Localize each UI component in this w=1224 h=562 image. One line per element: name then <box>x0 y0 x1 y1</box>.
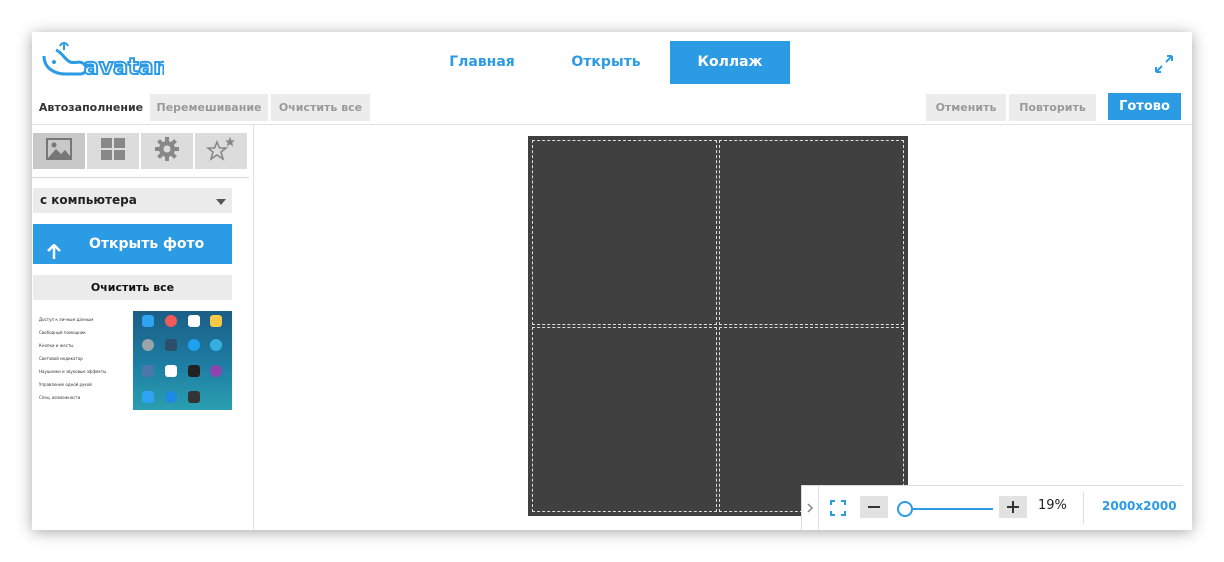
layout-grid-icon <box>101 138 125 164</box>
app-icon <box>165 391 177 403</box>
tab-photos[interactable] <box>33 133 85 169</box>
zoom-bar: 19% 2000x2000 <box>801 485 1183 530</box>
fullscreen-icon[interactable] <box>1150 50 1178 78</box>
image-icon <box>46 138 72 164</box>
sidebar-divider <box>32 177 249 178</box>
source-select-value: с компьютера <box>40 193 137 207</box>
zoom-percent: 19% <box>1038 498 1067 513</box>
thumbnail-row: Кнопки и жесты <box>39 343 74 348</box>
zoom-divider <box>1083 492 1084 524</box>
thumbnail-settings-list: Доступ к личным данным Свободный помощни… <box>33 311 133 410</box>
tab-effects[interactable] <box>195 133 247 169</box>
undo-button[interactable]: Отменить <box>926 94 1006 121</box>
app-icon <box>165 315 177 327</box>
header: avatan Главная Открыть Коллаж <box>32 32 1192 92</box>
fit-screen-icon[interactable] <box>830 500 846 516</box>
app-window: avatan Главная Открыть Коллаж Автозаполн… <box>32 32 1192 530</box>
open-photo-label: Открыть фото <box>89 236 205 252</box>
thumbnail-row: Доступ к личным данным <box>39 317 94 322</box>
thumbnail-row: Наушники и звуковые эффекты <box>39 369 107 374</box>
app-icon <box>188 391 200 403</box>
sidebar-clear-all-button[interactable]: Очистить все <box>33 275 232 300</box>
thumbnail-row: Световой индикатор <box>39 356 83 361</box>
canvas-area <box>254 125 1192 530</box>
chevron-down-icon <box>216 199 226 205</box>
redo-button[interactable]: Повторить <box>1009 94 1096 121</box>
stars-icon <box>205 137 236 165</box>
collage-cell[interactable] <box>532 327 717 512</box>
sidebar: с компьютера Открыть фото Очистить все Д… <box>32 125 254 530</box>
zoom-slider-handle[interactable] <box>897 501 913 517</box>
nav-collage[interactable]: Коллаж <box>670 41 790 84</box>
canvas-size-button[interactable]: 2000x2000 <box>1102 499 1177 513</box>
source-select[interactable]: с компьютера <box>33 188 232 213</box>
app-icon <box>165 339 177 351</box>
done-button[interactable]: Готово <box>1108 93 1181 120</box>
app-icon <box>188 315 200 327</box>
app-icon <box>165 365 177 377</box>
app-icon <box>142 315 154 327</box>
tab-layouts[interactable] <box>87 133 139 169</box>
logo-text: avatan <box>84 55 164 80</box>
autofill-button[interactable]: Автозаполнение <box>35 94 147 121</box>
thumbnail-row: Управление одной рукой <box>39 382 92 387</box>
upload-arrow-icon <box>47 236 61 259</box>
thumbnail-row: Свободный помощник <box>39 330 86 335</box>
app-icon <box>188 365 200 377</box>
collage-cell[interactable] <box>719 140 904 325</box>
app-icon <box>210 365 222 377</box>
app-icon <box>210 339 222 351</box>
gear-icon <box>155 137 179 165</box>
collage-canvas[interactable] <box>528 136 908 516</box>
app-icon <box>210 315 222 327</box>
zoom-out-button[interactable] <box>860 496 888 518</box>
photo-thumbnail[interactable]: Доступ к личным данным Свободный помощни… <box>33 311 232 410</box>
app-icon <box>142 365 154 377</box>
nav-open[interactable]: Открыть <box>556 41 656 84</box>
avatan-logo[interactable]: avatan <box>40 42 170 82</box>
nav-home[interactable]: Главная <box>432 41 532 84</box>
shuffle-button[interactable]: Перемешивание <box>150 94 268 121</box>
app-icon <box>142 339 154 351</box>
app-icon <box>142 391 154 403</box>
toolbar: Автозаполнение Перемешивание Очистить вс… <box>32 92 1192 125</box>
zoom-in-button[interactable] <box>999 496 1027 518</box>
collapse-zoom-button[interactable] <box>802 486 819 530</box>
zoom-slider-track[interactable] <box>905 508 993 510</box>
open-photo-button[interactable]: Открыть фото <box>33 224 232 264</box>
tab-settings[interactable] <box>141 133 193 169</box>
app-icon <box>188 339 200 351</box>
thumbnail-homescreen <box>133 311 232 410</box>
clear-all-button[interactable]: Очистить все <box>271 94 370 121</box>
thumbnail-row: Спец. возможности <box>39 395 81 400</box>
chevron-right-icon <box>807 503 814 513</box>
collage-cell[interactable] <box>532 140 717 325</box>
